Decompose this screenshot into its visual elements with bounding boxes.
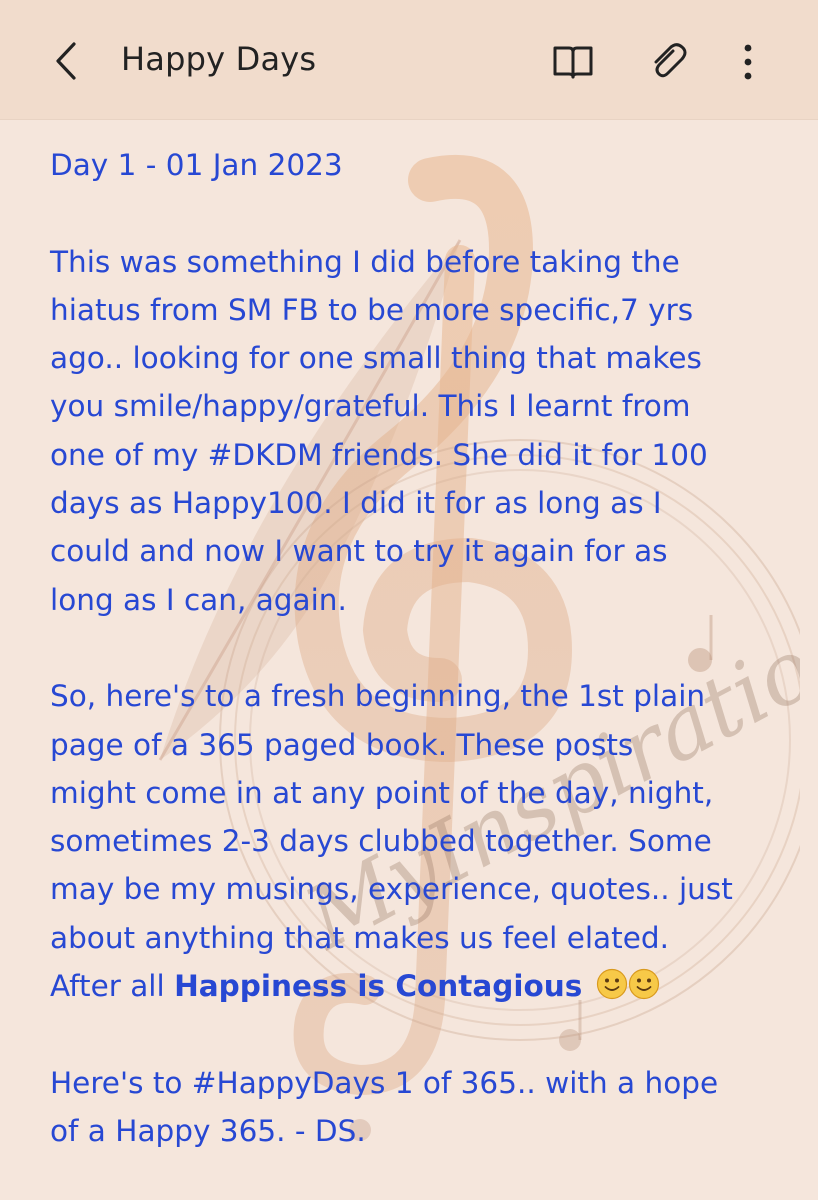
note-line: one of my #DKDM friends. She did it for … <box>50 437 708 472</box>
bold-phrase: Happiness is Contagious <box>174 969 583 1004</box>
paperclip-icon <box>654 43 687 78</box>
app-header: Happy Days <box>0 0 818 120</box>
book-icon <box>553 46 593 79</box>
note-line: Here's to #HappyDays 1 of 365.. with a h… <box>50 1065 719 1100</box>
note-line: you smile/happy/grateful. This I learnt … <box>50 389 691 424</box>
slightly-smiling-face-icon <box>628 968 659 1000</box>
note-line: days as Happy100. I did it for as long a… <box>50 486 662 521</box>
note-line: could and now I want to try it again for… <box>50 534 668 569</box>
attach-button[interactable] <box>644 38 692 86</box>
page-title: Happy Days <box>121 40 317 78</box>
note-line: page of a 365 paged book. These posts <box>50 727 634 762</box>
chevron-left-icon <box>56 42 76 80</box>
note-line: sometimes 2-3 days clubbed together. Som… <box>50 824 712 859</box>
note-body[interactable]: Day 1 - 01 Jan 2023 This was something I… <box>50 141 780 1155</box>
more-options-button[interactable] <box>724 38 772 86</box>
note-line: may be my musings, experience, quotes.. … <box>50 872 733 907</box>
note-date: Day 1 - 01 Jan 2023 <box>50 148 343 182</box>
note-text: After all <box>50 969 175 1004</box>
note-line: long as I can, again. <box>50 582 347 617</box>
slightly-smiling-face-icon <box>596 968 627 1000</box>
note-line: about anything that makes us feel elated… <box>50 920 669 955</box>
note-line: ago.. looking for one small thing that m… <box>50 341 702 376</box>
note-line: might come in at any point of the day, n… <box>50 775 714 810</box>
back-button[interactable] <box>44 38 88 84</box>
reading-mode-button[interactable] <box>549 38 597 86</box>
note-line: So, here's to a fresh beginning, the 1st… <box>50 679 706 714</box>
note-line: of a Happy 365. - DS. <box>50 1113 366 1148</box>
note-line-emphasis: After all Happiness is Contagious <box>50 962 780 1010</box>
more-vertical-icon <box>744 44 752 80</box>
note-line: This was something I did before taking t… <box>50 244 680 279</box>
note-line: hiatus from SM FB to be more specific,7 … <box>50 292 694 327</box>
